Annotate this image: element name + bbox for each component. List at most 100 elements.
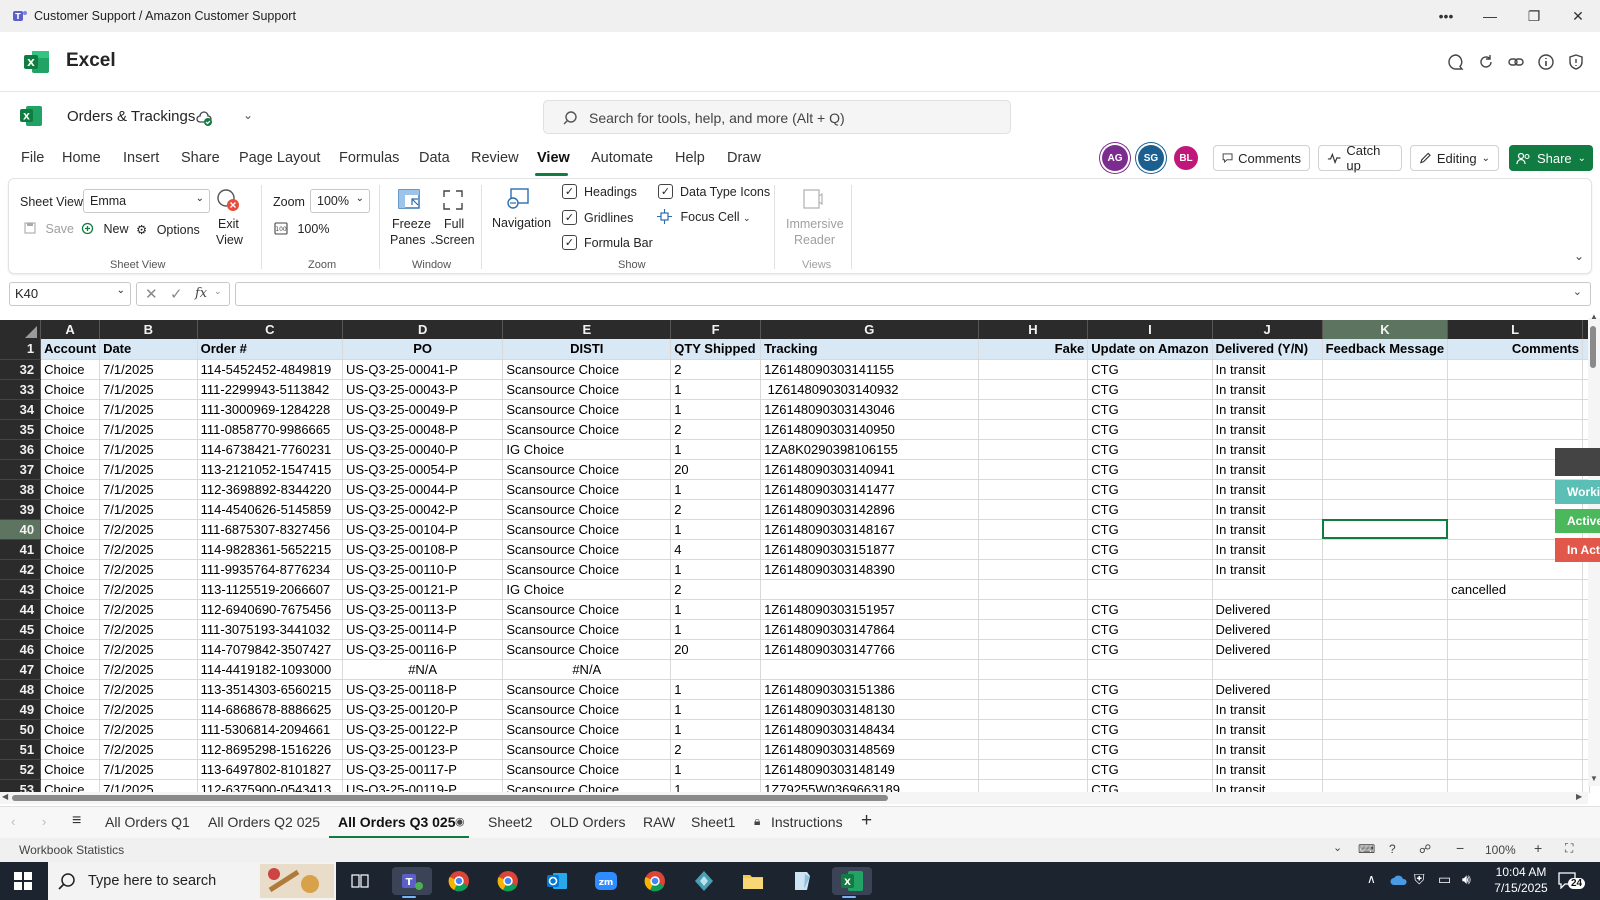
- side-chip-active[interactable]: Active: [1555, 509, 1600, 533]
- header-cell[interactable]: QTY Shipped: [670, 339, 762, 360]
- cell[interactable]: In transit: [1212, 499, 1323, 520]
- cell[interactable]: In transit: [1212, 419, 1323, 440]
- row-header[interactable]: 49: [0, 699, 42, 720]
- cell[interactable]: CTG: [1087, 459, 1213, 480]
- cell[interactable]: 7/2/2025: [99, 699, 198, 720]
- header-cell[interactable]: Delivered (Y/N): [1212, 339, 1323, 360]
- column-header-d[interactable]: D: [342, 320, 504, 339]
- cell[interactable]: Choice: [40, 699, 101, 720]
- cell[interactable]: 111-9935764-8776234: [197, 559, 343, 580]
- cell[interactable]: US-Q3-25-00054-P: [342, 459, 504, 480]
- cell[interactable]: 112-6940690-7675456: [197, 599, 343, 620]
- cell[interactable]: 7/2/2025: [99, 519, 198, 540]
- cell[interactable]: [760, 579, 979, 600]
- cell[interactable]: 2: [670, 359, 762, 380]
- zoom-dropdown[interactable]: 100% ⌄: [310, 189, 370, 213]
- cell[interactable]: [978, 439, 1089, 460]
- cell[interactable]: [1447, 559, 1583, 580]
- cell[interactable]: Scansource Choice: [502, 679, 672, 700]
- cell[interactable]: US-Q3-25-00043-P: [342, 379, 504, 400]
- cell[interactable]: US-Q3-25-00040-P: [342, 439, 504, 460]
- more-options-icon[interactable]: •••: [1424, 0, 1468, 32]
- cell[interactable]: [1087, 579, 1213, 600]
- cell[interactable]: US-Q3-25-00108-P: [342, 539, 504, 560]
- cell[interactable]: Choice: [40, 759, 101, 780]
- row-header[interactable]: 39: [0, 499, 42, 520]
- gridlines-checkbox[interactable]: ✓: [562, 210, 577, 225]
- cell[interactable]: 113-3514303-6560215: [197, 679, 343, 700]
- cell[interactable]: Choice: [40, 619, 101, 640]
- row-header[interactable]: 45: [0, 619, 42, 640]
- cell[interactable]: [1322, 599, 1449, 620]
- link-icon[interactable]: [1506, 52, 1526, 72]
- freeze-panes-label-2[interactable]: Panes ⌄: [390, 233, 436, 247]
- cell[interactable]: [978, 519, 1089, 540]
- cell[interactable]: [1322, 419, 1449, 440]
- cell[interactable]: [978, 759, 1089, 780]
- column-header-j[interactable]: J: [1212, 320, 1323, 339]
- header-cell[interactable]: Feedback Message: [1322, 339, 1449, 360]
- cell[interactable]: Choice: [40, 439, 101, 460]
- cell[interactable]: Choice: [40, 379, 101, 400]
- cell[interactable]: [978, 379, 1089, 400]
- confirm-formula-icon[interactable]: ✓: [170, 285, 183, 303]
- cell[interactable]: 1Z6148090303147864: [760, 619, 979, 640]
- column-header-f[interactable]: F: [670, 320, 762, 339]
- headings-checkbox[interactable]: ✓: [562, 184, 577, 199]
- cell[interactable]: 114-9828361-5652215: [197, 539, 343, 560]
- cell[interactable]: [1447, 619, 1583, 640]
- cell[interactable]: Scansource Choice: [502, 699, 672, 720]
- row-header[interactable]: 40: [0, 519, 42, 540]
- cell[interactable]: Delivered: [1212, 599, 1323, 620]
- onedrive-icon[interactable]: [1390, 874, 1408, 889]
- cell[interactable]: CTG: [1087, 419, 1213, 440]
- cell[interactable]: [978, 659, 1089, 680]
- vpn-app-icon[interactable]: [687, 867, 721, 895]
- cell[interactable]: [1447, 759, 1583, 780]
- cell[interactable]: Scansource Choice: [502, 779, 672, 793]
- cell[interactable]: CTG: [1087, 399, 1213, 420]
- share-button[interactable]: Share ⌄: [1509, 145, 1593, 171]
- cell[interactable]: [1447, 659, 1583, 680]
- cell[interactable]: [1322, 719, 1449, 740]
- cell[interactable]: US-Q3-25-00041-P: [342, 359, 504, 380]
- collapse-ribbon-chevron-icon[interactable]: ⌄: [1574, 249, 1584, 263]
- cell[interactable]: Choice: [40, 739, 101, 760]
- avatar[interactable]: BL: [1174, 146, 1198, 170]
- column-header-b[interactable]: B: [99, 320, 198, 339]
- cell[interactable]: 1: [670, 399, 762, 420]
- cell[interactable]: 113-6497802-8101827: [197, 759, 343, 780]
- cell[interactable]: [1322, 479, 1449, 500]
- cell[interactable]: In transit: [1212, 559, 1323, 580]
- cell[interactable]: [760, 659, 979, 680]
- cell[interactable]: [1447, 719, 1583, 740]
- options-button[interactable]: ⚙ Options: [136, 222, 200, 237]
- search-box[interactable]: Search for tools, help, and more (Alt + …: [543, 100, 1011, 134]
- cell[interactable]: #N/A: [342, 659, 504, 680]
- minimize-button[interactable]: —: [1468, 0, 1512, 32]
- cell[interactable]: US-Q3-25-00044-P: [342, 479, 504, 500]
- cell[interactable]: 112-6375900-0543413: [197, 779, 343, 793]
- row-header[interactable]: 44: [0, 599, 42, 620]
- status-zoom-level[interactable]: 100%: [1485, 843, 1516, 857]
- cell[interactable]: 1Z6148090303151386: [760, 679, 979, 700]
- cell[interactable]: CTG: [1087, 619, 1213, 640]
- cell[interactable]: [1447, 399, 1583, 420]
- cell[interactable]: [1322, 539, 1449, 560]
- cell[interactable]: 111-3075193-3441032: [197, 619, 343, 640]
- exit-view-icon[interactable]: [215, 187, 245, 215]
- row-header[interactable]: 48: [0, 679, 42, 700]
- cell[interactable]: 1ZA8K0290398106155: [760, 439, 979, 460]
- freeze-panes-icon[interactable]: [398, 189, 422, 214]
- cell[interactable]: Choice: [40, 599, 101, 620]
- header-cell[interactable]: Account: [40, 339, 101, 360]
- cell[interactable]: In transit: [1212, 359, 1323, 380]
- sheet-view-dropdown[interactable]: Emma ⌄: [83, 189, 210, 213]
- scroll-up-arrow-icon[interactable]: ▲: [1590, 312, 1598, 321]
- cell[interactable]: 7/2/2025: [99, 719, 198, 740]
- row-header[interactable]: 1: [0, 339, 42, 360]
- cell[interactable]: 113-2121052-1547415: [197, 459, 343, 480]
- cell[interactable]: Choice: [40, 539, 101, 560]
- cell[interactable]: [1447, 739, 1583, 760]
- chevron-down-icon[interactable]: ⌄: [1333, 841, 1342, 854]
